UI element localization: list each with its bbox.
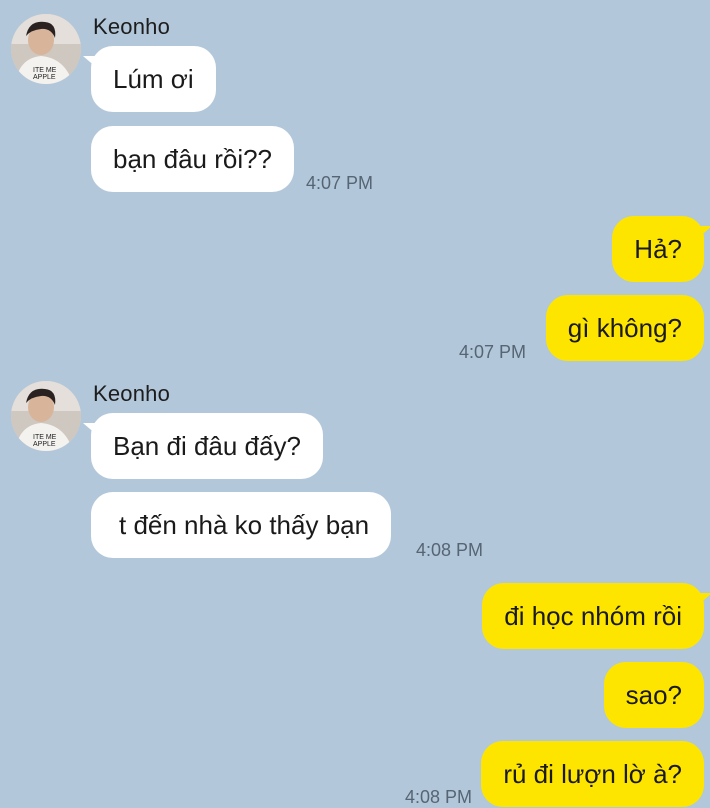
message-timestamp: 4:07 PM [306, 173, 374, 193]
incoming-message-bubble[interactable]: Lúm ơi [83, 46, 216, 112]
message-timestamp: 4:07 PM [459, 342, 527, 362]
profile-photo-icon: ITE ME APPLE [11, 381, 81, 451]
svg-text:APPLE: APPLE [33, 441, 56, 448]
sender-name: Keonho [93, 14, 171, 39]
incoming-message-bubble[interactable]: Bạn đi đâu đấy? [83, 413, 323, 479]
message-timestamp: 4:08 PM [405, 787, 473, 807]
chat-message-list[interactable]: ITE ME APPLE Keonho Lúm ơi bạn đâu rồi??… [0, 0, 710, 808]
sender-avatar[interactable]: ITE ME APPLE [11, 381, 81, 451]
svg-text:APPLE: APPLE [33, 74, 56, 81]
svg-text:ITE ME: ITE ME [33, 67, 57, 74]
outgoing-message-bubble[interactable]: Hả? [612, 216, 710, 282]
sender-name: Keonho [93, 381, 171, 406]
incoming-message-bubble[interactable]: t đến nhà ko thấy bạn [91, 492, 392, 558]
outgoing-message-bubble[interactable]: đi học nhóm rồi [482, 583, 710, 649]
message-timestamp: 4:08 PM [416, 540, 484, 560]
outgoing-message-bubble[interactable]: rủ đi lượn lờ à? [481, 741, 704, 807]
outgoing-message-bubble[interactable]: gì không? [545, 295, 704, 361]
svg-text:ITE ME: ITE ME [33, 434, 57, 441]
incoming-message-bubble[interactable]: bạn đâu rồi?? [91, 126, 295, 192]
profile-photo-icon: ITE ME APPLE [11, 14, 81, 84]
sender-avatar[interactable]: ITE ME APPLE [11, 14, 81, 84]
outgoing-message-bubble[interactable]: sao? [603, 662, 704, 728]
